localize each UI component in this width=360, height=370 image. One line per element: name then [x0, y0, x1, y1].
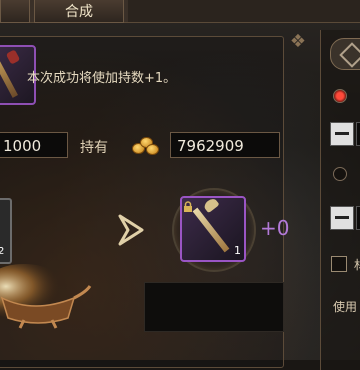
- option-label: 材: [354, 256, 360, 273]
- right-side-panel: [320, 30, 360, 370]
- use-label: 使用: [333, 300, 358, 314]
- synthesis-bowl-image: [0, 262, 94, 332]
- tab-bar-filler: [128, 0, 360, 22]
- decrease-button-2[interactable]: [330, 206, 354, 230]
- quantity-input-1[interactable]: [356, 122, 360, 146]
- hold-amount-field: 7962909: [170, 132, 280, 158]
- result-item-count: 1: [234, 244, 241, 257]
- tab-synthesis[interactable]: 合成: [34, 0, 124, 23]
- lock-icon: [182, 198, 194, 212]
- corner-ornament-icon: ❖: [289, 31, 307, 52]
- staff-icon: [192, 207, 230, 253]
- source-item-count: 2: [0, 246, 5, 257]
- tab-bar: 合成: [0, 0, 360, 23]
- decrease-button-1[interactable]: [330, 122, 354, 146]
- staff-tip: [202, 196, 220, 214]
- quantity-input-2[interactable]: [356, 206, 360, 230]
- bonus-value: +0: [260, 216, 290, 240]
- option-radio-selected[interactable]: [333, 89, 347, 103]
- gold-coin-icon: [130, 135, 160, 157]
- diamond-icon: [339, 42, 360, 68]
- diamond-toggle-button[interactable]: [330, 38, 360, 70]
- option-checkbox[interactable]: [331, 256, 347, 272]
- material-slot[interactable]: [144, 282, 284, 332]
- success-description: 本次成功将使加持数+1。: [27, 71, 177, 86]
- rod-head: [5, 49, 21, 65]
- cost-field: 1000: [0, 132, 68, 158]
- arrow-right-icon: [116, 212, 148, 248]
- hold-label: 持有: [80, 140, 108, 156]
- option-radio-unselected[interactable]: [333, 167, 347, 181]
- tab-previous[interactable]: [0, 0, 30, 23]
